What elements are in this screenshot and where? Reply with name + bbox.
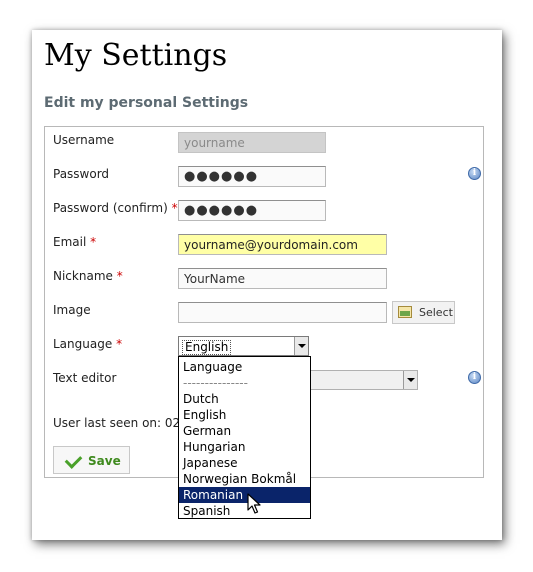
username-label: Username — [53, 133, 115, 147]
image-label: Image — [53, 303, 91, 317]
save-button-label: Save — [88, 454, 121, 468]
language-dropdown-list: Language --------------- Dutch English G… — [178, 356, 311, 519]
password-confirm-field[interactable]: ●●●●●● — [178, 200, 326, 221]
image-select-button[interactable]: Select — [392, 301, 455, 324]
password-field[interactable]: ●●●●●● — [178, 166, 326, 187]
save-button[interactable]: Save — [53, 446, 130, 474]
dropdown-option[interactable]: Hungarian — [179, 439, 310, 455]
dropdown-option[interactable]: Japanese — [179, 455, 310, 471]
info-icon[interactable]: i — [468, 371, 481, 384]
nickname-field[interactable]: YourName — [178, 268, 387, 289]
page-title: My Settings — [44, 38, 228, 73]
mouse-pointer-icon — [247, 493, 261, 514]
checkmark-icon — [64, 451, 83, 469]
email-field[interactable]: yourname@yourdomain.com — [178, 234, 387, 255]
username-field[interactable]: yourname — [178, 132, 326, 153]
dropdown-separator: --------------- — [183, 376, 248, 390]
select-button-label: Select — [419, 306, 453, 319]
dropdown-option[interactable]: Language — [179, 359, 310, 375]
language-selected-value: English — [182, 340, 232, 355]
dropdown-option[interactable]: Norwegian Bokmål — [179, 471, 310, 487]
password-label: Password — [53, 167, 110, 181]
required-marker: * — [116, 337, 123, 351]
last-seen-text: User last seen on: 02-0 — [53, 416, 193, 430]
required-marker: * — [171, 201, 178, 215]
dropdown-option[interactable]: Spanish — [179, 503, 310, 519]
dropdown-option[interactable]: German — [179, 423, 310, 439]
language-label: Language * — [53, 337, 123, 351]
text-editor-select[interactable] — [310, 370, 418, 390]
required-marker: * — [116, 269, 123, 283]
chevron-down-icon[interactable] — [403, 371, 417, 389]
nickname-label: Nickname * — [53, 269, 123, 283]
dropdown-option-highlighted[interactable]: Romanian — [179, 487, 310, 503]
image-select-icon — [398, 306, 412, 318]
dropdown-option[interactable]: Dutch — [179, 391, 310, 407]
info-icon[interactable]: i — [468, 167, 481, 180]
email-label: Email * — [53, 235, 97, 249]
image-field[interactable] — [178, 302, 387, 323]
text-editor-label: Text editor — [53, 371, 117, 385]
chevron-down-icon[interactable] — [294, 337, 308, 355]
section-subtitle: Edit my personal Settings — [44, 95, 249, 111]
password-confirm-label: Password (confirm) * — [53, 201, 178, 215]
required-marker: * — [90, 235, 97, 249]
dropdown-option[interactable]: English — [179, 407, 310, 423]
language-select[interactable]: English — [178, 336, 309, 356]
